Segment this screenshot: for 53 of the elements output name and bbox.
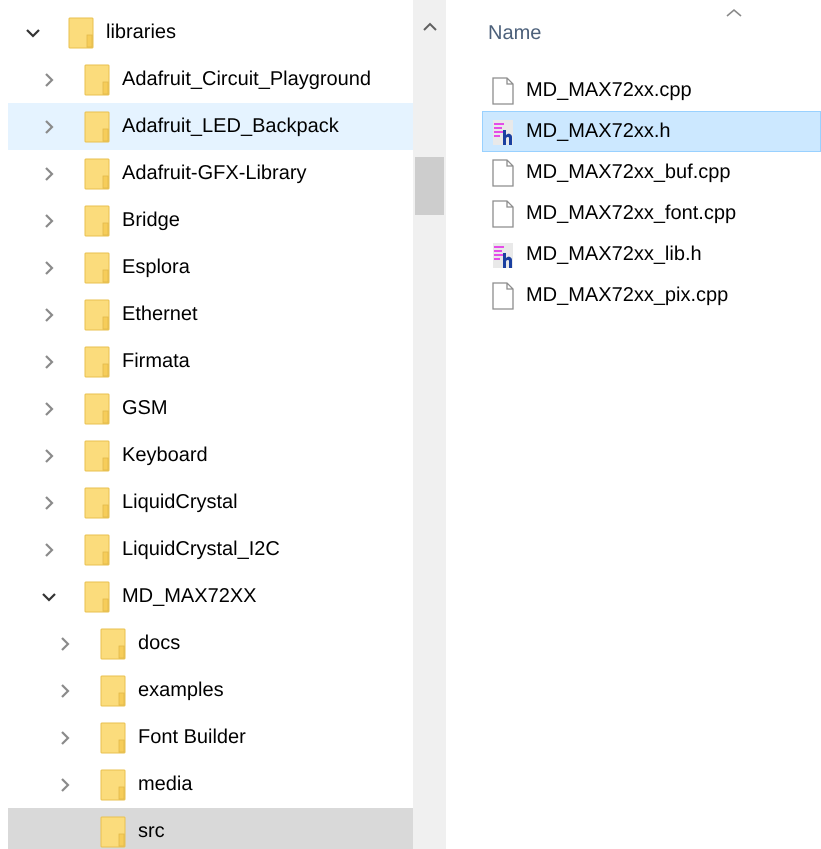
tree-item[interactable]: Bridge (8, 197, 413, 244)
document-icon (492, 76, 514, 104)
column-header[interactable]: Name (488, 22, 542, 45)
tree-item[interactable]: examples (8, 667, 413, 714)
folder-icon (84, 204, 110, 236)
folder-icon (100, 628, 126, 660)
folder-icon (84, 298, 110, 330)
folder-icon (100, 768, 126, 800)
file-item[interactable]: MD_MAX72xx_buf.cpp (482, 152, 821, 193)
folder-icon (84, 64, 110, 96)
folder-icon (100, 816, 126, 848)
folder-icon (84, 158, 110, 190)
header-file-icon (492, 240, 514, 268)
tree-item[interactable]: Adafruit_LED_Backpack (8, 103, 413, 150)
sort-caret-icon (726, 8, 742, 17)
file-item[interactable]: MD_MAX72xx.cpp (482, 70, 821, 111)
document-icon (492, 282, 514, 310)
tree-item[interactable]: media (8, 761, 413, 808)
file-item[interactable]: MD_MAX72xx_pix.cpp (482, 275, 821, 316)
tree-item[interactable]: Adafruit_Circuit_Playground (8, 56, 413, 103)
tree-item[interactable]: Esplora (8, 244, 413, 291)
folder-icon (84, 392, 110, 424)
folder-icon (84, 110, 110, 142)
tree-item[interactable]: docs (8, 620, 413, 667)
folder-icon (84, 252, 110, 284)
file-item[interactable]: MD_MAX72xx.h (482, 111, 821, 152)
tree-item[interactable]: Adafruit-GFX-Library (8, 150, 413, 197)
header-file-icon (492, 118, 514, 146)
file-item[interactable]: MD_MAX72xx_lib.h (482, 234, 821, 275)
folder-icon (84, 580, 110, 612)
folder-icon (84, 346, 110, 378)
tree-item[interactable]: MD_MAX72XX (8, 573, 413, 620)
tree-item[interactable]: GSM (8, 385, 413, 432)
tree-item[interactable]: src (8, 808, 413, 849)
folder-icon (84, 440, 110, 472)
tree-item[interactable]: Firmata (8, 338, 413, 385)
document-icon (492, 158, 514, 186)
tree-item[interactable]: Keyboard (8, 432, 413, 479)
folder-icon (68, 16, 94, 48)
scrollbar[interactable] (413, 0, 446, 849)
tree-item[interactable]: Font Builder (8, 714, 413, 761)
folder-icon (84, 534, 110, 566)
tree-item[interactable]: LiquidCrystal_I2C (8, 526, 413, 573)
tree-item[interactable]: Ethernet (8, 291, 413, 338)
folder-icon (100, 674, 126, 706)
folder-icon (100, 722, 126, 754)
file-item[interactable]: MD_MAX72xx_font.cpp (482, 193, 821, 234)
tree-item[interactable]: LiquidCrystal (8, 479, 413, 526)
scrollbar-thumb[interactable] (415, 157, 444, 215)
tree-item[interactable]: libraries (8, 9, 413, 56)
document-icon (492, 200, 514, 228)
folder-icon (84, 486, 110, 518)
scroll-up-icon[interactable] (422, 22, 436, 31)
